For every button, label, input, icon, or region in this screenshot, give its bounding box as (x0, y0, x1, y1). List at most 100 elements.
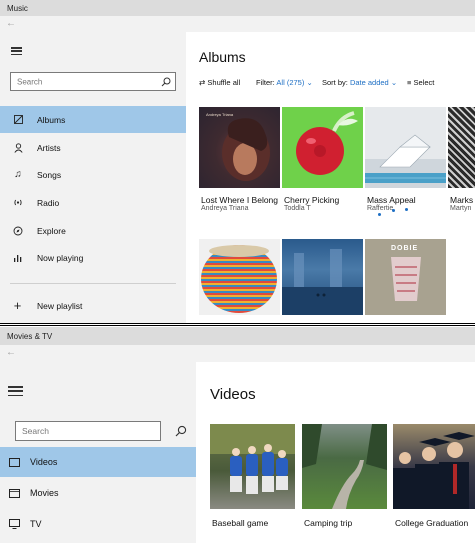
nav-label: New playlist (37, 300, 83, 311)
back-bar: ← (0, 345, 475, 362)
album-tile-cherry-picking[interactable] (282, 107, 363, 188)
loading-dot (378, 213, 381, 216)
select-icon: ≡ (407, 78, 412, 87)
album-title: Cherry Picking (284, 195, 340, 205)
nav-label: Movies (30, 488, 59, 498)
video-tile-camping-trip[interactable] (302, 424, 387, 509)
album-artist: Raffertie (367, 205, 394, 212)
sort-value: Date added (349, 78, 389, 87)
sidebar: Search Albums Artists ♫ Songs Radio Expl… (0, 32, 186, 323)
filter-label: Filter: (256, 78, 275, 87)
search-input[interactable]: Search (10, 72, 176, 91)
album-tile-woven-basket[interactable] (199, 239, 280, 315)
chevron-down-icon: ⌄ (390, 78, 398, 87)
shuffle-all-button[interactable]: ⇄ Shuffle all (199, 78, 240, 87)
album-artist: Martyn (450, 205, 472, 212)
video-tile-college-graduation[interactable] (393, 424, 475, 509)
album-title: Mass Appeal (367, 195, 416, 205)
movie-icon (8, 488, 20, 498)
video-title: Camping trip (304, 518, 353, 528)
video-thumbnail (393, 432, 475, 509)
video-icon (8, 457, 20, 467)
nav-item-explore[interactable]: Explore (0, 217, 186, 244)
album-art (282, 249, 363, 315)
filter-dropdown[interactable]: Filter: All (275) ⌄ (256, 78, 313, 87)
album-tile-blue-city[interactable] (282, 239, 363, 315)
explore-icon (13, 226, 23, 236)
search-icon[interactable] (161, 77, 171, 87)
search-input[interactable]: Search (15, 421, 161, 441)
loading-dot (405, 208, 408, 211)
album-title: Lost Where I Belong (201, 195, 279, 205)
nav-label: Videos (30, 457, 58, 467)
nav-item-songs[interactable]: ♫ Songs (0, 161, 186, 188)
page-title: Albums (199, 49, 246, 65)
new-playlist-button[interactable]: + New playlist (0, 292, 186, 319)
back-arrow-icon[interactable]: ← (6, 347, 16, 358)
video-tile-baseball-game[interactable] (210, 424, 295, 509)
album-tile-dobie[interactable]: DOBIE (365, 239, 446, 315)
shuffle-label: Shuffle all (207, 78, 241, 87)
nav-label: Radio (37, 197, 60, 208)
video-title: Baseball game (212, 518, 269, 528)
tv-icon (8, 519, 20, 530)
select-label: Select (413, 78, 435, 87)
album-tile-lost-where-i-belong[interactable]: Andreya Triana (199, 107, 280, 188)
nav-item-videos[interactable]: Videos (0, 447, 196, 477)
album-art-text: Andreya Triana (206, 112, 234, 117)
cherry-art (296, 111, 358, 175)
album-art (222, 118, 270, 181)
shuffle-icon: ⇄ (199, 78, 206, 87)
plus-icon: + (13, 298, 22, 313)
search-placeholder: Search (22, 426, 49, 436)
search-icon[interactable] (175, 425, 187, 437)
nav-label: Now playing (37, 252, 84, 263)
equalizer-icon (13, 253, 23, 263)
nav-item-radio[interactable]: Radio (0, 189, 186, 216)
sort-label: Sort by: (322, 78, 348, 87)
nav-item-tv[interactable]: TV (0, 509, 196, 539)
select-button[interactable]: ≡ Select (407, 78, 434, 87)
album-icon (13, 115, 23, 125)
album-tile-mass-appeal[interactable] (365, 107, 446, 188)
nav-item-artists[interactable]: Artists (0, 134, 186, 161)
page-title: Videos (210, 386, 256, 403)
note-icon: ♫ (14, 169, 22, 180)
window-title: Movies & TV (7, 332, 53, 341)
nav-item-now-playing[interactable]: Now playing (0, 244, 186, 271)
radio-icon (12, 198, 24, 208)
hamburger-menu-icon[interactable] (11, 47, 22, 55)
nav-label: Artists (37, 142, 61, 153)
title-bar: Movies & TV (0, 327, 475, 345)
video-thumbnail (302, 424, 387, 509)
nav-item-albums[interactable]: Albums (0, 106, 186, 133)
chevron-down-icon: ⌄ (306, 78, 313, 87)
loading-dot (392, 209, 395, 212)
album-art (391, 257, 421, 301)
nav-label: Albums (37, 114, 66, 125)
video-thumbnail (210, 424, 295, 494)
back-bar: ← (0, 16, 475, 32)
hamburger-menu-icon[interactable] (8, 386, 23, 396)
sort-dropdown[interactable]: Sort by: Date added ⌄ (322, 78, 397, 87)
back-arrow-icon[interactable]: ← (6, 18, 16, 29)
album-tile-marks[interactable] (448, 107, 475, 188)
video-title: College Graduation (395, 518, 469, 528)
album-artist: Andreya Triana (201, 205, 249, 212)
nav-label: Songs (37, 169, 62, 180)
nav-label: TV (30, 519, 42, 529)
search-placeholder: Search (17, 77, 43, 86)
window-title: Music (7, 4, 28, 13)
album-art (365, 134, 446, 188)
title-bar: Music (0, 0, 475, 16)
album-artist: Toddla T (284, 205, 311, 212)
album-title: Marks (450, 195, 474, 205)
album-art (201, 245, 277, 313)
nav-label: Explore (37, 225, 66, 236)
sidebar-divider (10, 283, 176, 284)
music-window: Music ← Search Albums Artists ♫ Songs Ra… (0, 0, 475, 323)
filter-value: All (275) (276, 78, 305, 87)
person-icon (13, 142, 23, 153)
window-separator (0, 323, 475, 326)
nav-item-movies[interactable]: Movies (0, 478, 196, 508)
